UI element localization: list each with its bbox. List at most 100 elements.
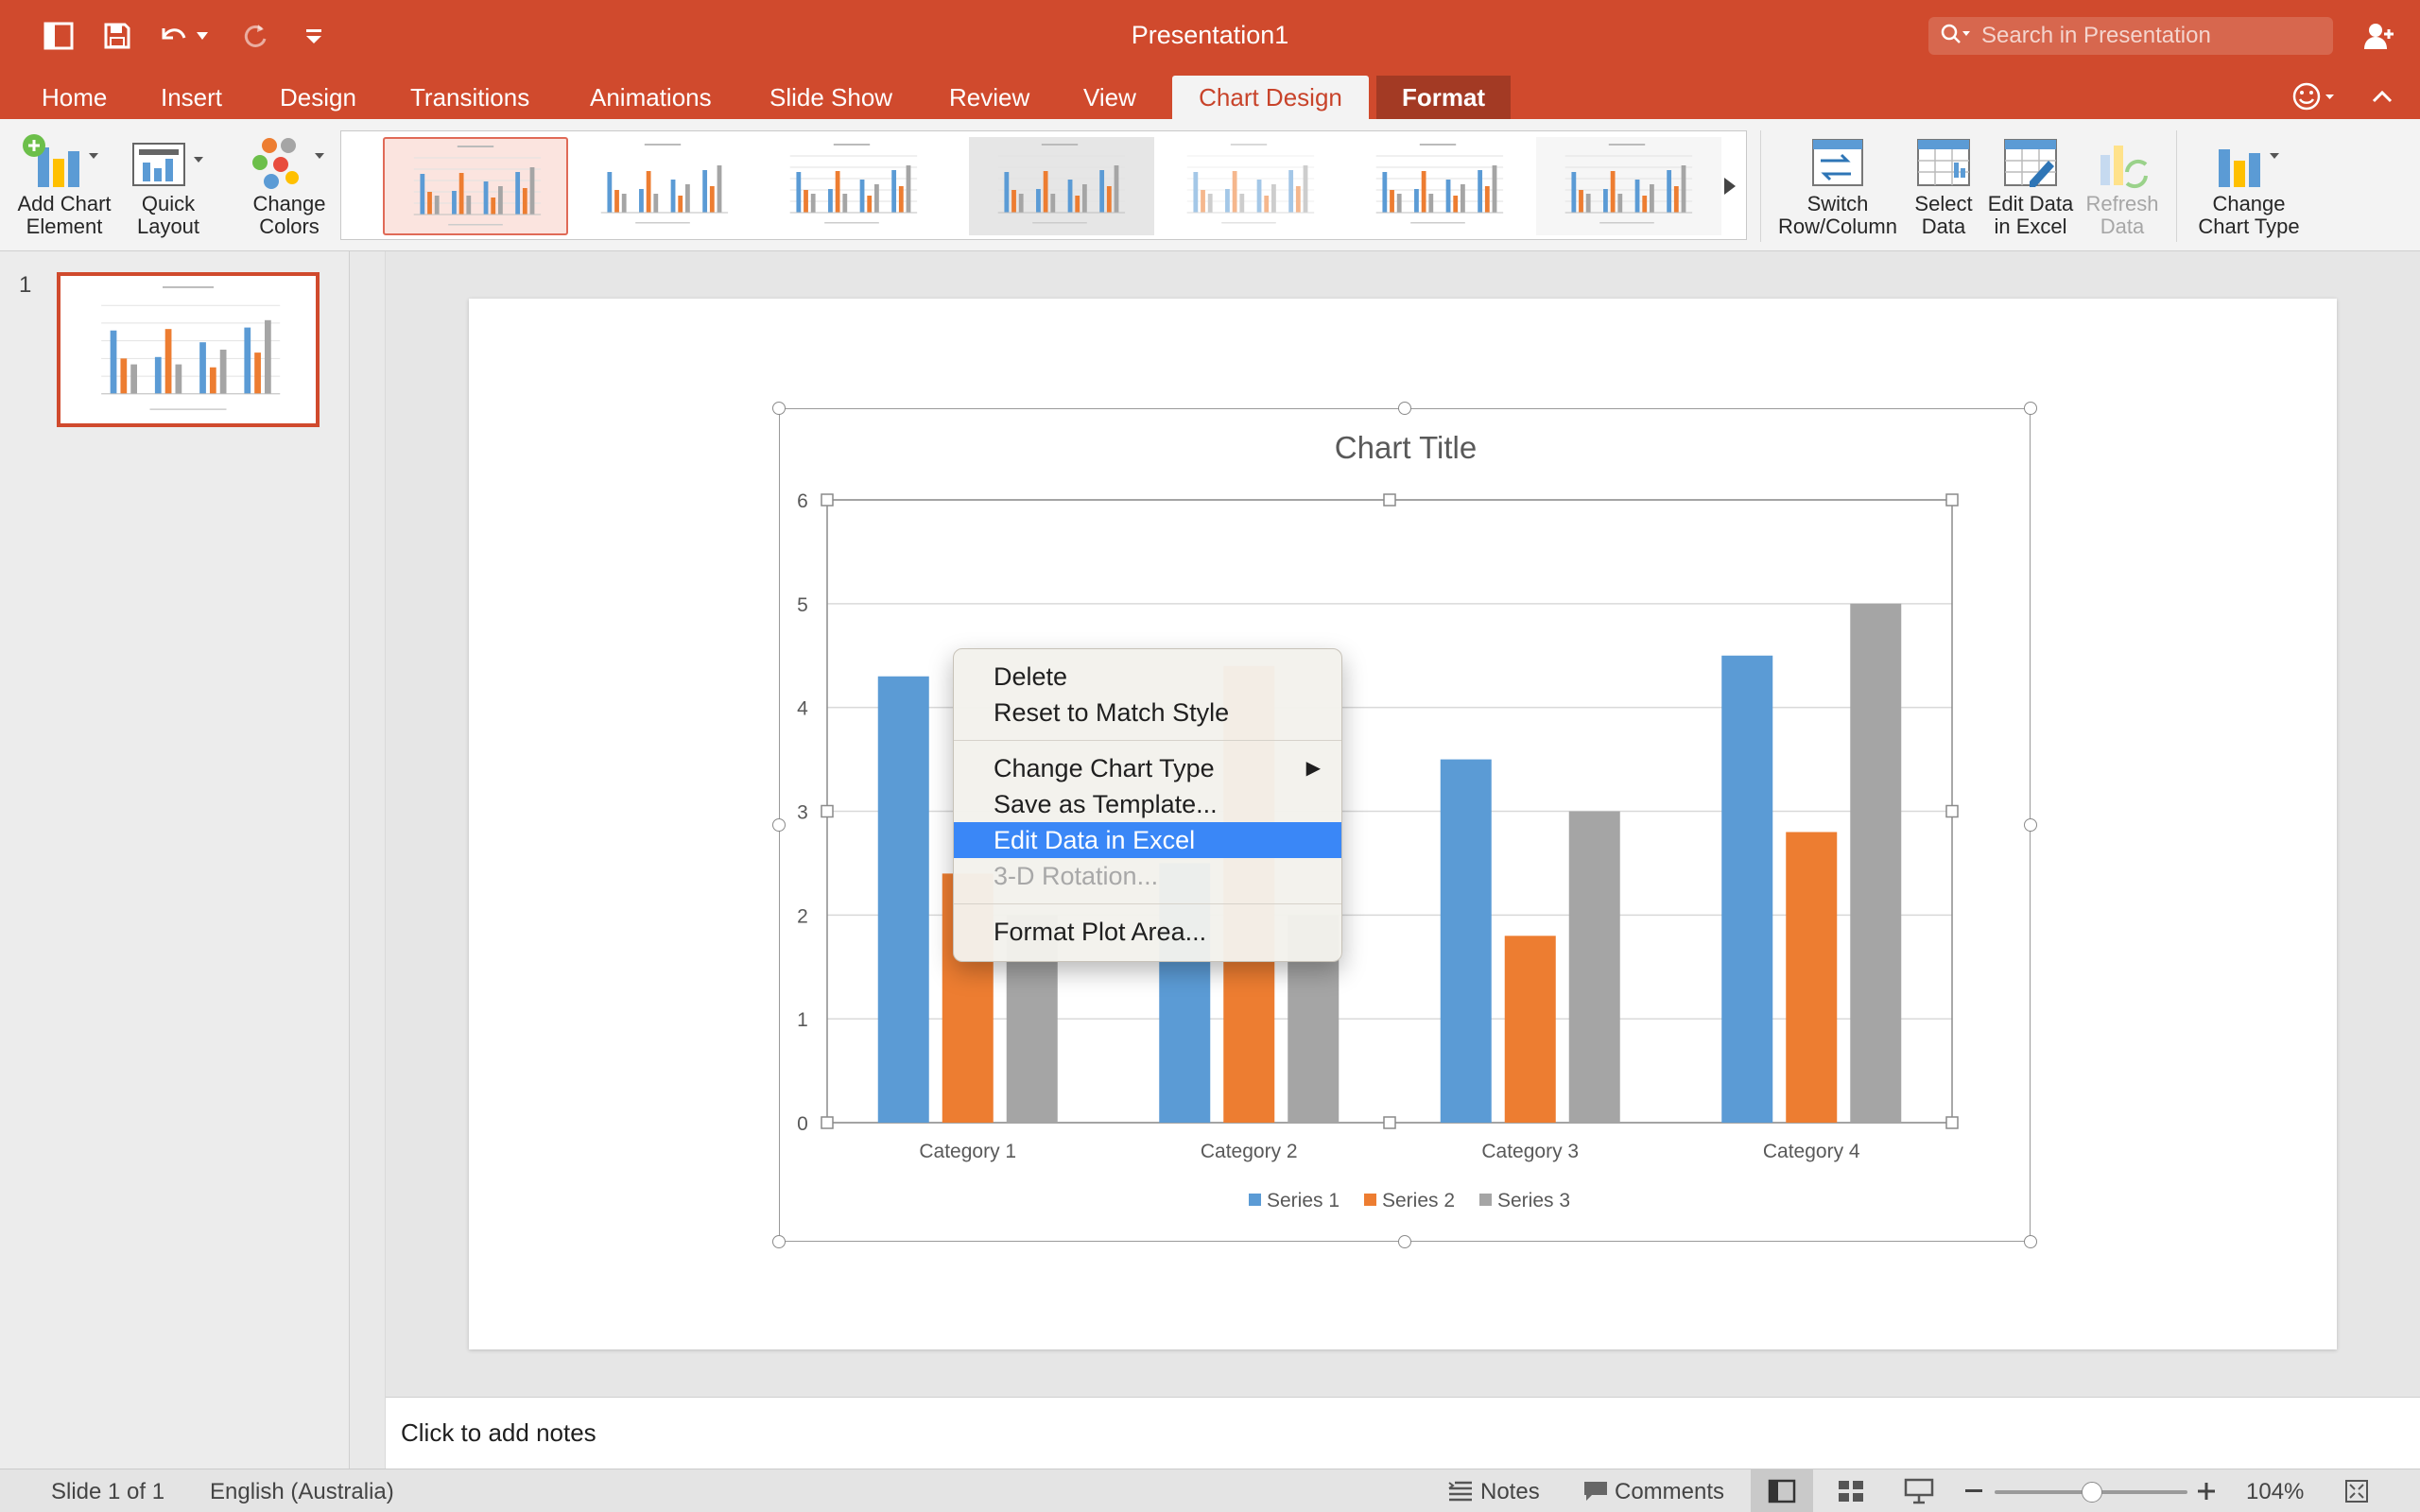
chart-resize-handle[interactable] bbox=[2024, 1235, 2037, 1248]
normal-view-icon[interactable] bbox=[1751, 1469, 1813, 1512]
search-box[interactable]: Search in Presentation bbox=[1928, 17, 2333, 55]
tab-view[interactable]: View bbox=[1063, 76, 1157, 119]
menu-item-change-chart-type[interactable]: Change Chart Type ▶ bbox=[954, 750, 1341, 786]
notes-icon[interactable] bbox=[1444, 1475, 1477, 1507]
bar-series-2-3[interactable] bbox=[1504, 936, 1556, 1123]
chart-resize-handle[interactable] bbox=[772, 402, 786, 415]
chart-styles-gallery[interactable] bbox=[340, 130, 1747, 240]
plot-area-handle[interactable] bbox=[821, 1116, 834, 1129]
chart-resize-handle[interactable] bbox=[2024, 818, 2037, 832]
language-indicator[interactable]: English (Australia) bbox=[210, 1479, 394, 1505]
save-icon[interactable] bbox=[98, 17, 136, 55]
chart-resize-handle[interactable] bbox=[2024, 402, 2037, 415]
tab-chart-design[interactable]: Chart Design bbox=[1172, 76, 1369, 119]
redo-icon[interactable] bbox=[236, 17, 274, 55]
edit-data-in-excel-button[interactable]: Edit Data in Excel bbox=[1983, 129, 2078, 238]
bar-series-3-3[interactable] bbox=[1568, 811, 1620, 1124]
mini-bar bbox=[452, 191, 457, 215]
quick-layout-button[interactable]: Quick Layout bbox=[125, 129, 212, 238]
tab-slide-show[interactable]: Slide Show bbox=[749, 76, 913, 119]
undo-icon[interactable] bbox=[157, 17, 189, 55]
menu-item-reset-to-match-style[interactable]: Reset to Match Style bbox=[954, 695, 1341, 730]
plot-area-handle[interactable] bbox=[1945, 1116, 1959, 1129]
chart-style-4[interactable] bbox=[969, 137, 1154, 235]
tab-insert[interactable]: Insert bbox=[140, 76, 243, 119]
y-tick-label: 6 bbox=[797, 490, 808, 512]
notes-pane[interactable]: Click to add notes bbox=[386, 1397, 2420, 1469]
switch-row-column-button[interactable]: Switch Row/Column bbox=[1773, 129, 1902, 238]
undo-dropdown-icon[interactable] bbox=[193, 17, 212, 55]
change-chart-type-button[interactable]: Change Chart Type bbox=[2191, 129, 2307, 238]
chart-style-1[interactable] bbox=[383, 137, 568, 235]
chart-resize-handle[interactable] bbox=[772, 818, 786, 832]
menu-item-delete[interactable]: Delete bbox=[954, 659, 1341, 695]
slide-sorter-icon[interactable] bbox=[1834, 1475, 1868, 1507]
menu-separator bbox=[954, 740, 1341, 741]
chart-style-6[interactable] bbox=[1347, 137, 1532, 235]
mini-bar bbox=[1036, 189, 1041, 213]
zoom-slider-thumb[interactable] bbox=[2082, 1482, 2102, 1503]
tab-format[interactable]: Format bbox=[1376, 76, 1511, 119]
chart-style-7[interactable] bbox=[1536, 137, 1721, 235]
bar-series-2-4[interactable] bbox=[1786, 832, 1838, 1123]
plot-area-handle[interactable] bbox=[1383, 1116, 1396, 1129]
mini-title-line bbox=[833, 144, 871, 146]
notes-toggle[interactable]: Notes bbox=[1480, 1479, 1540, 1505]
mini-bar bbox=[1232, 171, 1237, 213]
mini-legend-line bbox=[448, 224, 503, 226]
tab-transitions[interactable]: Transitions bbox=[389, 76, 550, 119]
tab-review[interactable]: Review bbox=[928, 76, 1050, 119]
mini-bar bbox=[1603, 189, 1608, 213]
plot-area-handle[interactable] bbox=[1383, 493, 1396, 507]
gallery-next-arrow-icon[interactable] bbox=[1720, 169, 1740, 203]
plot-area-handle[interactable] bbox=[1945, 804, 1959, 818]
bar-series-1-1[interactable] bbox=[877, 676, 929, 1123]
comments-toggle[interactable]: Comments bbox=[1615, 1479, 1724, 1505]
select-data-button[interactable]: Select Data bbox=[1904, 129, 1983, 238]
presenter-view-icon[interactable] bbox=[1902, 1475, 1936, 1507]
zoom-in-icon[interactable] bbox=[2195, 1475, 2218, 1507]
zoom-level[interactable]: 104% bbox=[2246, 1479, 2304, 1505]
tab-animations[interactable]: Animations bbox=[569, 76, 733, 119]
add-chart-element-button[interactable]: Add Chart Element bbox=[11, 129, 117, 238]
mini-bar bbox=[1193, 172, 1199, 213]
change-colors-button[interactable]: Change Colors bbox=[240, 129, 338, 238]
legend-entry[interactable]: Series 2 bbox=[1364, 1190, 1455, 1211]
chart-style-5[interactable] bbox=[1158, 137, 1343, 235]
bar-series-1-3[interactable] bbox=[1440, 759, 1492, 1123]
share-icon[interactable] bbox=[2360, 17, 2399, 55]
chart-resize-handle[interactable] bbox=[772, 1235, 786, 1248]
plot-area-handle[interactable] bbox=[821, 493, 834, 507]
pane-splitter[interactable] bbox=[350, 251, 386, 1469]
slide-thumbnail[interactable] bbox=[57, 272, 320, 427]
customize-toolbar-icon[interactable] bbox=[295, 17, 333, 55]
chart-resize-handle[interactable] bbox=[1398, 402, 1411, 415]
bar-series-3-4[interactable] bbox=[1850, 603, 1902, 1123]
chart-style-2[interactable] bbox=[572, 137, 757, 235]
mini-bar bbox=[120, 358, 128, 394]
plot-area-handle[interactable] bbox=[821, 804, 834, 818]
mini-bar bbox=[1239, 194, 1245, 213]
mini-bar bbox=[1018, 194, 1024, 213]
menu-item-save-as-template[interactable]: Save as Template... bbox=[954, 786, 1341, 822]
comments-icon[interactable] bbox=[1581, 1475, 1611, 1507]
chart-resize-handle[interactable] bbox=[1398, 1235, 1411, 1248]
legend-entry[interactable]: Series 3 bbox=[1479, 1190, 1570, 1211]
chart-style-3[interactable] bbox=[761, 137, 946, 235]
bar-series-1-4[interactable] bbox=[1721, 655, 1773, 1123]
refresh-data-button[interactable]: Refresh Data bbox=[2082, 129, 2163, 238]
collapse-ribbon-icon[interactable] bbox=[2363, 77, 2401, 115]
tab-home[interactable]: Home bbox=[21, 76, 128, 119]
sidebar-toggle-icon[interactable] bbox=[40, 17, 78, 55]
legend-entry[interactable]: Series 1 bbox=[1249, 1190, 1340, 1211]
mini-bar bbox=[702, 170, 708, 213]
zoom-out-icon[interactable] bbox=[1962, 1475, 1985, 1507]
menu-item-format-plot-area[interactable]: Format Plot Area... bbox=[954, 914, 1341, 950]
legend-label: Series 2 bbox=[1382, 1190, 1455, 1211]
tab-design[interactable]: Design bbox=[259, 76, 377, 119]
chart-title[interactable]: Chart Title bbox=[1335, 430, 1477, 465]
fit-to-window-icon[interactable] bbox=[2341, 1475, 2373, 1507]
feedback-smiley-icon[interactable] bbox=[2291, 77, 2339, 115]
plot-area-handle[interactable] bbox=[1945, 493, 1959, 507]
menu-item-edit-data-in-excel[interactable]: Edit Data in Excel bbox=[954, 822, 1341, 858]
